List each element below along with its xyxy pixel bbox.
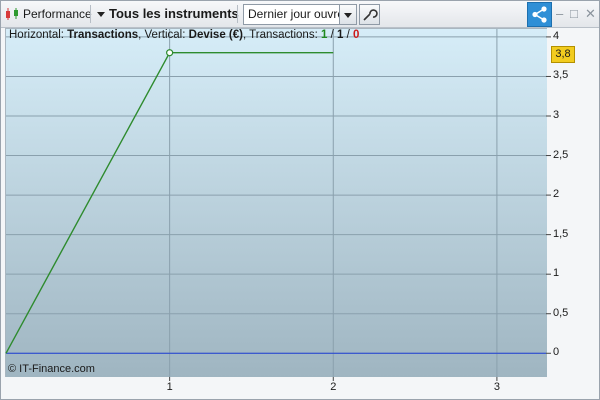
- y-tick-label: 0: [553, 346, 560, 359]
- y-tick-label: 1,5: [553, 227, 569, 240]
- info-mid: , Vertical:: [138, 29, 186, 41]
- current-value-tag: 3,8: [551, 46, 575, 63]
- y-tick-label: 0,5: [553, 306, 569, 319]
- x-tick-label: 3: [493, 381, 501, 393]
- y-tick-label: 3,5: [553, 69, 569, 82]
- performance-chart: [5, 29, 551, 381]
- info-slash: /: [327, 29, 337, 41]
- x-tick-label: 2: [330, 381, 337, 393]
- info-vertical: Devise (€): [188, 29, 243, 41]
- info-horizontal: Transactions: [67, 29, 139, 41]
- info-trans-label: , Transactions:: [242, 29, 318, 41]
- x-tick-label: 1: [166, 381, 173, 393]
- y-tick-label: 2,5: [553, 148, 569, 161]
- y-tick-label: 3: [553, 109, 560, 121]
- chart-info-line: Horizontal: Transactions, Vertical: Devi…: [9, 29, 359, 41]
- y-tick-label: 2: [553, 188, 560, 201]
- info-prefix: Horizontal:: [9, 29, 64, 41]
- y-tick-label: 4: [553, 29, 560, 42]
- copyright-text: © IT-Finance.com: [8, 363, 95, 375]
- transaction-marker: [166, 49, 174, 57]
- y-tick-label: 1: [553, 267, 560, 280]
- info-slash: /: [343, 29, 353, 41]
- performance-window: Performance Tous les instruments Dernier…: [0, 0, 600, 400]
- trans-red-count: 0: [352, 29, 360, 41]
